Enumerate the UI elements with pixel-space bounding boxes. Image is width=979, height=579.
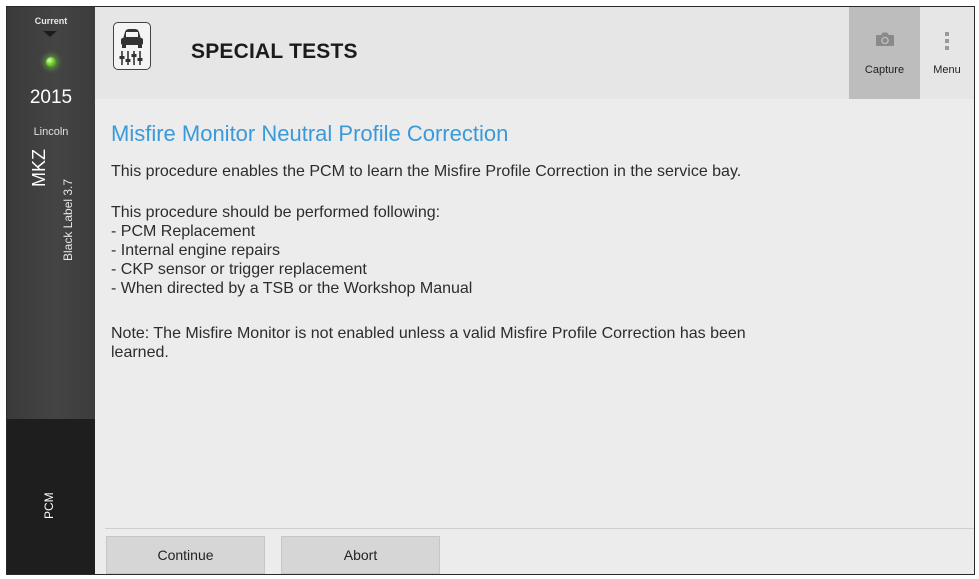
procedure-content: Misfire Monitor Neutral Profile Correcti… [111, 121, 961, 362]
status-led-icon [46, 57, 56, 67]
vehicle-sidebar: Current 2015 Lincoln MKZ Black Label 3.7… [7, 7, 95, 574]
procedure-intro: This procedure enables the PCM to learn … [111, 163, 742, 180]
vertical-dots-icon [945, 32, 949, 50]
list-item: - CKP sensor or trigger replacement [111, 261, 367, 278]
capture-button[interactable]: Capture [849, 7, 920, 99]
app-window: Current 2015 Lincoln MKZ Black Label 3.7… [6, 6, 975, 575]
continue-button[interactable]: Continue [106, 536, 265, 574]
car-lift-gauges-icon [113, 22, 151, 70]
module-tab-label: PCM [42, 492, 56, 519]
vehicle-model: MKZ [29, 149, 49, 187]
header-bar: SPECIAL TESTS Capture Menu [95, 7, 974, 99]
abort-button[interactable]: Abort [281, 536, 440, 574]
current-notch [43, 31, 57, 37]
page-title: SPECIAL TESTS [191, 40, 358, 63]
list-item: - Internal engine repairs [111, 242, 280, 259]
procedure-heading: Misfire Monitor Neutral Profile Correcti… [111, 121, 509, 146]
vehicle-year: 2015 [29, 87, 73, 108]
list-item: - PCM Replacement [111, 223, 256, 240]
vehicle-make: Lincoln [33, 126, 69, 138]
procedure-list: - PCM Replacement - Internal engine repa… [111, 222, 961, 298]
current-label: Current [34, 16, 68, 26]
main-panel: SPECIAL TESTS Capture Menu Misfire Monit… [95, 7, 974, 574]
camera-icon [875, 32, 894, 46]
menu-button[interactable]: Menu [920, 7, 974, 99]
footer-divider [105, 528, 974, 529]
capture-label: Capture [864, 64, 905, 76]
procedure-list-intro: This procedure should be performed follo… [111, 204, 441, 221]
list-item: - When directed by a TSB or the Workshop… [111, 280, 473, 297]
vehicle-trim: Black Label 3.7 [61, 178, 75, 261]
menu-label: Menu [933, 64, 961, 76]
procedure-note: Note: The Misfire Monitor is not enabled… [111, 325, 746, 361]
